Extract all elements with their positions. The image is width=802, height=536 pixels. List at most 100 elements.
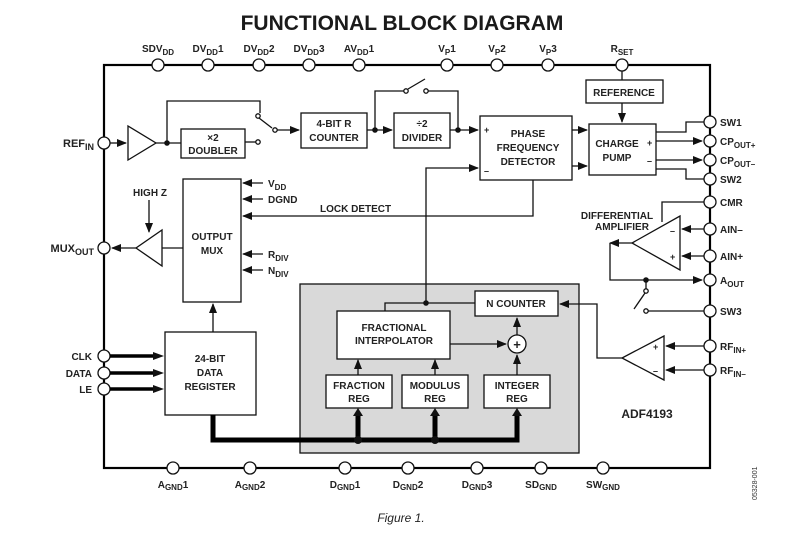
svg-text:MODULUS: MODULUS (410, 381, 461, 392)
svg-text:DVDD1: DVDD1 (192, 44, 223, 57)
svg-text:FRACTIONAL: FRACTIONAL (362, 323, 427, 334)
svg-text:N COUNTER: N COUNTER (486, 299, 546, 310)
svg-text:–: – (647, 156, 652, 166)
summing-junction: + (507, 334, 527, 354)
svg-text:PUMP: PUMP (603, 153, 632, 164)
svg-text:SW3: SW3 (720, 307, 742, 318)
aout-sw3-switch (633, 280, 649, 314)
pin-agnd2[interactable]: AGND2 (235, 461, 266, 492)
svg-text:INTEGER: INTEGER (495, 381, 540, 392)
muxout-buffer (134, 228, 163, 268)
doubler-select-switch (255, 113, 278, 133)
pin-vp3[interactable]: VP3 (539, 44, 557, 72)
svg-text:4-BIT R: 4-BIT R (317, 119, 353, 130)
svg-text:DGND2: DGND2 (393, 480, 424, 492)
svg-text:COUNTER: COUNTER (309, 133, 359, 144)
pin-sdgnd[interactable]: SDGND (525, 461, 557, 492)
svg-text:MUXOUT: MUXOUT (51, 243, 95, 257)
svg-text:AVDD1: AVDD1 (344, 44, 375, 57)
pin-vp1[interactable]: VP1 (438, 44, 456, 72)
pin-cpout-minus[interactable]: CPOUT– (703, 153, 756, 169)
diff-amp-label: DIFFERENTIAL (581, 211, 653, 222)
high-z-label: HIGH Z (133, 188, 167, 199)
pin-ain-minus[interactable]: AIN– (703, 222, 743, 236)
pin-cmr[interactable]: CMR (703, 195, 744, 209)
svg-text:VP1: VP1 (438, 44, 456, 57)
top-pins: SDVDD DVDD1 DVDD2 DVDD3 AVDD1 VP1 VP2 VP… (142, 44, 634, 72)
svg-text:SWGND: SWGND (586, 480, 620, 492)
svg-text:AOUT: AOUT (720, 276, 744, 289)
figure-id: 05328-001 (752, 466, 759, 500)
r-counter-block: 4-BIT R COUNTER (300, 112, 368, 149)
pin-dgnd1[interactable]: DGND1 (330, 461, 361, 492)
pin-agnd1[interactable]: AGND1 (158, 461, 189, 492)
svg-text:–: – (670, 226, 675, 236)
svg-text:+: + (653, 342, 658, 352)
divider-block: ÷2 DIVIDER (393, 112, 451, 149)
svg-text:REGISTER: REGISTER (184, 382, 236, 393)
ref-input-buffer (127, 124, 158, 162)
pin-dvdd1[interactable]: DVDD1 (192, 44, 224, 72)
svg-text:SDGND: SDGND (525, 480, 557, 492)
pin-sdvdd[interactable]: SDVDD (142, 44, 174, 72)
mux-rdiv-input: RDIV (268, 250, 289, 263)
svg-text:AIN+: AIN+ (720, 252, 743, 263)
pin-avdd1[interactable]: AVDD1 (344, 44, 375, 72)
pin-dvdd2[interactable]: DVDD2 (243, 44, 275, 72)
svg-text:INTERPOLATOR: INTERPOLATOR (355, 336, 434, 347)
svg-text:AMPLIFIER: AMPLIFIER (595, 222, 650, 233)
svg-text:SDVDD: SDVDD (142, 44, 174, 57)
mux-vdd-input: VDD (268, 179, 286, 192)
pin-swgnd[interactable]: SWGND (586, 461, 620, 492)
svg-text:SW2: SW2 (720, 175, 742, 186)
pin-le[interactable]: LE (79, 382, 111, 396)
pin-sw2[interactable]: SW2 (703, 172, 742, 186)
pin-sw3[interactable]: SW3 (703, 304, 742, 318)
pin-clk[interactable]: CLK (71, 349, 111, 363)
svg-text:VP3: VP3 (539, 44, 557, 57)
svg-text:DVDD3: DVDD3 (293, 44, 324, 57)
pin-dgnd2[interactable]: DGND2 (393, 461, 424, 492)
svg-text:CMR: CMR (720, 198, 744, 209)
svg-text:CHARGE: CHARGE (595, 139, 639, 150)
rf-input-amplifier: + – (620, 334, 665, 382)
svg-text:DIVIDER: DIVIDER (402, 133, 443, 144)
svg-text:DOUBLER: DOUBLER (188, 146, 238, 157)
pin-rset[interactable]: RSET (611, 44, 634, 72)
svg-text:+: + (484, 125, 489, 135)
svg-text:AGND1: AGND1 (158, 480, 189, 492)
functional-block-diagram: FUNCTIONAL BLOCK DIAGRAM SDVDD DVDD1 DVD… (51, 12, 759, 525)
svg-text:DGND1: DGND1 (330, 480, 361, 492)
pin-muxout[interactable]: MUXOUT (51, 241, 111, 257)
svg-text:RFIN+: RFIN+ (720, 342, 746, 355)
chip-part-number: ADF4193 (621, 407, 673, 421)
svg-text:MUX: MUX (201, 246, 224, 257)
figure-caption: Figure 1. (377, 511, 424, 525)
svg-text:CPOUT–: CPOUT– (720, 156, 756, 169)
svg-text:–: – (653, 366, 658, 376)
svg-text:DETECTOR: DETECTOR (501, 157, 557, 168)
pin-vp2[interactable]: VP2 (488, 44, 506, 72)
svg-text:AIN–: AIN– (720, 225, 743, 236)
svg-text:24-BIT: 24-BIT (195, 354, 226, 365)
svg-text:AGND2: AGND2 (235, 480, 266, 492)
pin-sw1[interactable]: SW1 (703, 115, 742, 129)
svg-text:DATA: DATA (66, 369, 92, 380)
pin-data[interactable]: DATA (66, 366, 111, 380)
doubler-block: ×2 DOUBLER (180, 128, 246, 159)
mux-ndiv-input: NDIV (268, 266, 289, 279)
output-mux-block: OUTPUT MUX (182, 178, 242, 303)
pin-dgnd3[interactable]: DGND3 (462, 461, 493, 492)
phase-frequency-detector-block: + – PHASE FREQUENCY DETECTOR (479, 115, 573, 181)
pin-cpout-plus[interactable]: CPOUT+ (703, 134, 756, 150)
data-register-block: 24-BIT DATA REGISTER (164, 331, 257, 416)
mux-dgnd-input: DGND (268, 195, 297, 206)
n-counter-block: N COUNTER (474, 290, 559, 317)
fractional-interpolator-block: FRACTIONAL INTERPOLATOR (336, 310, 451, 360)
svg-text:REFERENCE: REFERENCE (593, 88, 655, 99)
svg-text:CLK: CLK (71, 352, 92, 363)
pin-ain-plus[interactable]: AIN+ (703, 249, 743, 263)
pin-dvdd3[interactable]: DVDD3 (293, 44, 325, 72)
svg-text:÷2: ÷2 (416, 119, 427, 130)
integer-reg-block: INTEGER REG (483, 374, 551, 409)
